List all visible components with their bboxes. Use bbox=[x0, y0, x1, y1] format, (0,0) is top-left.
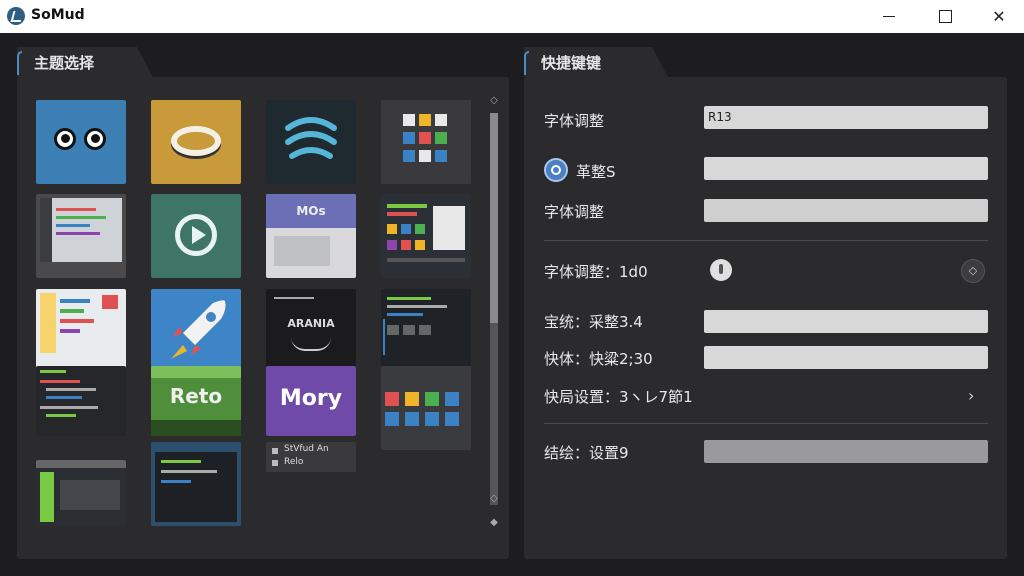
theme-thumbnail-11[interactable]: ARANIA bbox=[266, 289, 356, 373]
reset-diamond-icon[interactable]: ◇ bbox=[961, 259, 985, 283]
close-button[interactable]: ✕ bbox=[976, 0, 1022, 33]
scroll-bottom-icon[interactable]: ◆ bbox=[488, 517, 500, 529]
kuaiti-input[interactable] bbox=[704, 346, 988, 369]
title-bar: SoMud ✕ bbox=[0, 0, 1024, 33]
theme-thumbnail-16[interactable] bbox=[381, 366, 471, 450]
window-title: SoMud bbox=[31, 7, 85, 23]
theme-thumbnail-12[interactable] bbox=[381, 289, 471, 373]
jiehui-settings-label: 结绘：设置9 bbox=[544, 444, 629, 462]
font-adjust-label: 字体调整 bbox=[544, 112, 605, 130]
baotong-input[interactable] bbox=[704, 310, 988, 333]
theme-thumbnail-9[interactable] bbox=[36, 289, 126, 373]
maximize-icon bbox=[938, 10, 952, 23]
font-adjust-input-2[interactable] bbox=[704, 199, 988, 222]
theme-thumbnail-1[interactable] bbox=[36, 100, 126, 184]
rocket-icon bbox=[171, 300, 226, 359]
close-icon: ✕ bbox=[992, 7, 1006, 26]
theme-thumbnail-6[interactable] bbox=[151, 194, 241, 278]
theme-thumbnail-2[interactable] bbox=[151, 100, 241, 184]
tab-shortcut-keys[interactable]: 快捷键键 bbox=[524, 47, 668, 77]
theme-thumbnail-7[interactable]: MOs bbox=[266, 194, 356, 278]
theme-thumbnail-3[interactable] bbox=[266, 100, 356, 184]
baotong-label: 宝统：采整3.4 bbox=[544, 313, 643, 331]
font-adjust-input[interactable]: R13 bbox=[704, 106, 988, 129]
theme-thumbnail-14[interactable]: Reto bbox=[151, 366, 241, 436]
info-bubble-icon[interactable] bbox=[710, 259, 732, 281]
font-adjust-1d0-label: 字体调整：1d0 bbox=[544, 263, 648, 281]
maximize-button[interactable] bbox=[922, 0, 968, 33]
theme-thumbnail-17[interactable] bbox=[36, 460, 126, 526]
theme-thumbnail-10[interactable] bbox=[151, 289, 241, 373]
theme-thumbnail-19[interactable]: StVfud An Relo bbox=[266, 442, 356, 472]
scroll-down-icon[interactable]: ◇ bbox=[488, 493, 500, 505]
adjust-s-label: 革整S bbox=[576, 163, 616, 181]
ring-icon bbox=[171, 126, 221, 156]
kuaiju-settings-label: 快局设置：3ヽレ7節1 bbox=[544, 388, 693, 406]
theme-thumbnail-8[interactable] bbox=[381, 194, 471, 278]
font-adjust-label-2: 字体调整 bbox=[544, 203, 605, 221]
kuaiti-label: 快体：快粱2;30 bbox=[544, 350, 653, 368]
app-grid-icon bbox=[403, 114, 447, 162]
toggle-circle-icon[interactable] bbox=[544, 158, 568, 182]
theme-thumbnail-13[interactable] bbox=[36, 366, 126, 436]
theme-scrollbar[interactable]: ◇ ◇ ◆ bbox=[488, 93, 500, 535]
minimize-icon bbox=[883, 16, 895, 17]
jiehui-input[interactable] bbox=[704, 440, 988, 463]
app-logo-icon bbox=[7, 7, 25, 25]
wave-icon bbox=[285, 117, 337, 159]
adjust-s-input[interactable] bbox=[704, 157, 988, 180]
scroll-thumb[interactable] bbox=[490, 113, 498, 323]
theme-thumbnail-5[interactable] bbox=[36, 194, 126, 278]
theme-thumbnail-18[interactable] bbox=[151, 442, 241, 526]
divider-1 bbox=[544, 240, 988, 241]
theme-thumbnail-4[interactable] bbox=[381, 100, 471, 184]
divider-2 bbox=[544, 423, 988, 424]
minimize-button[interactable] bbox=[866, 0, 912, 33]
scroll-up-icon[interactable]: ◇ bbox=[488, 95, 500, 107]
tab-theme-selection[interactable]: 主题选择 bbox=[17, 47, 153, 77]
theme-thumbnail-15[interactable]: Mory bbox=[266, 366, 356, 436]
chevron-right-icon[interactable]: › bbox=[968, 386, 974, 405]
